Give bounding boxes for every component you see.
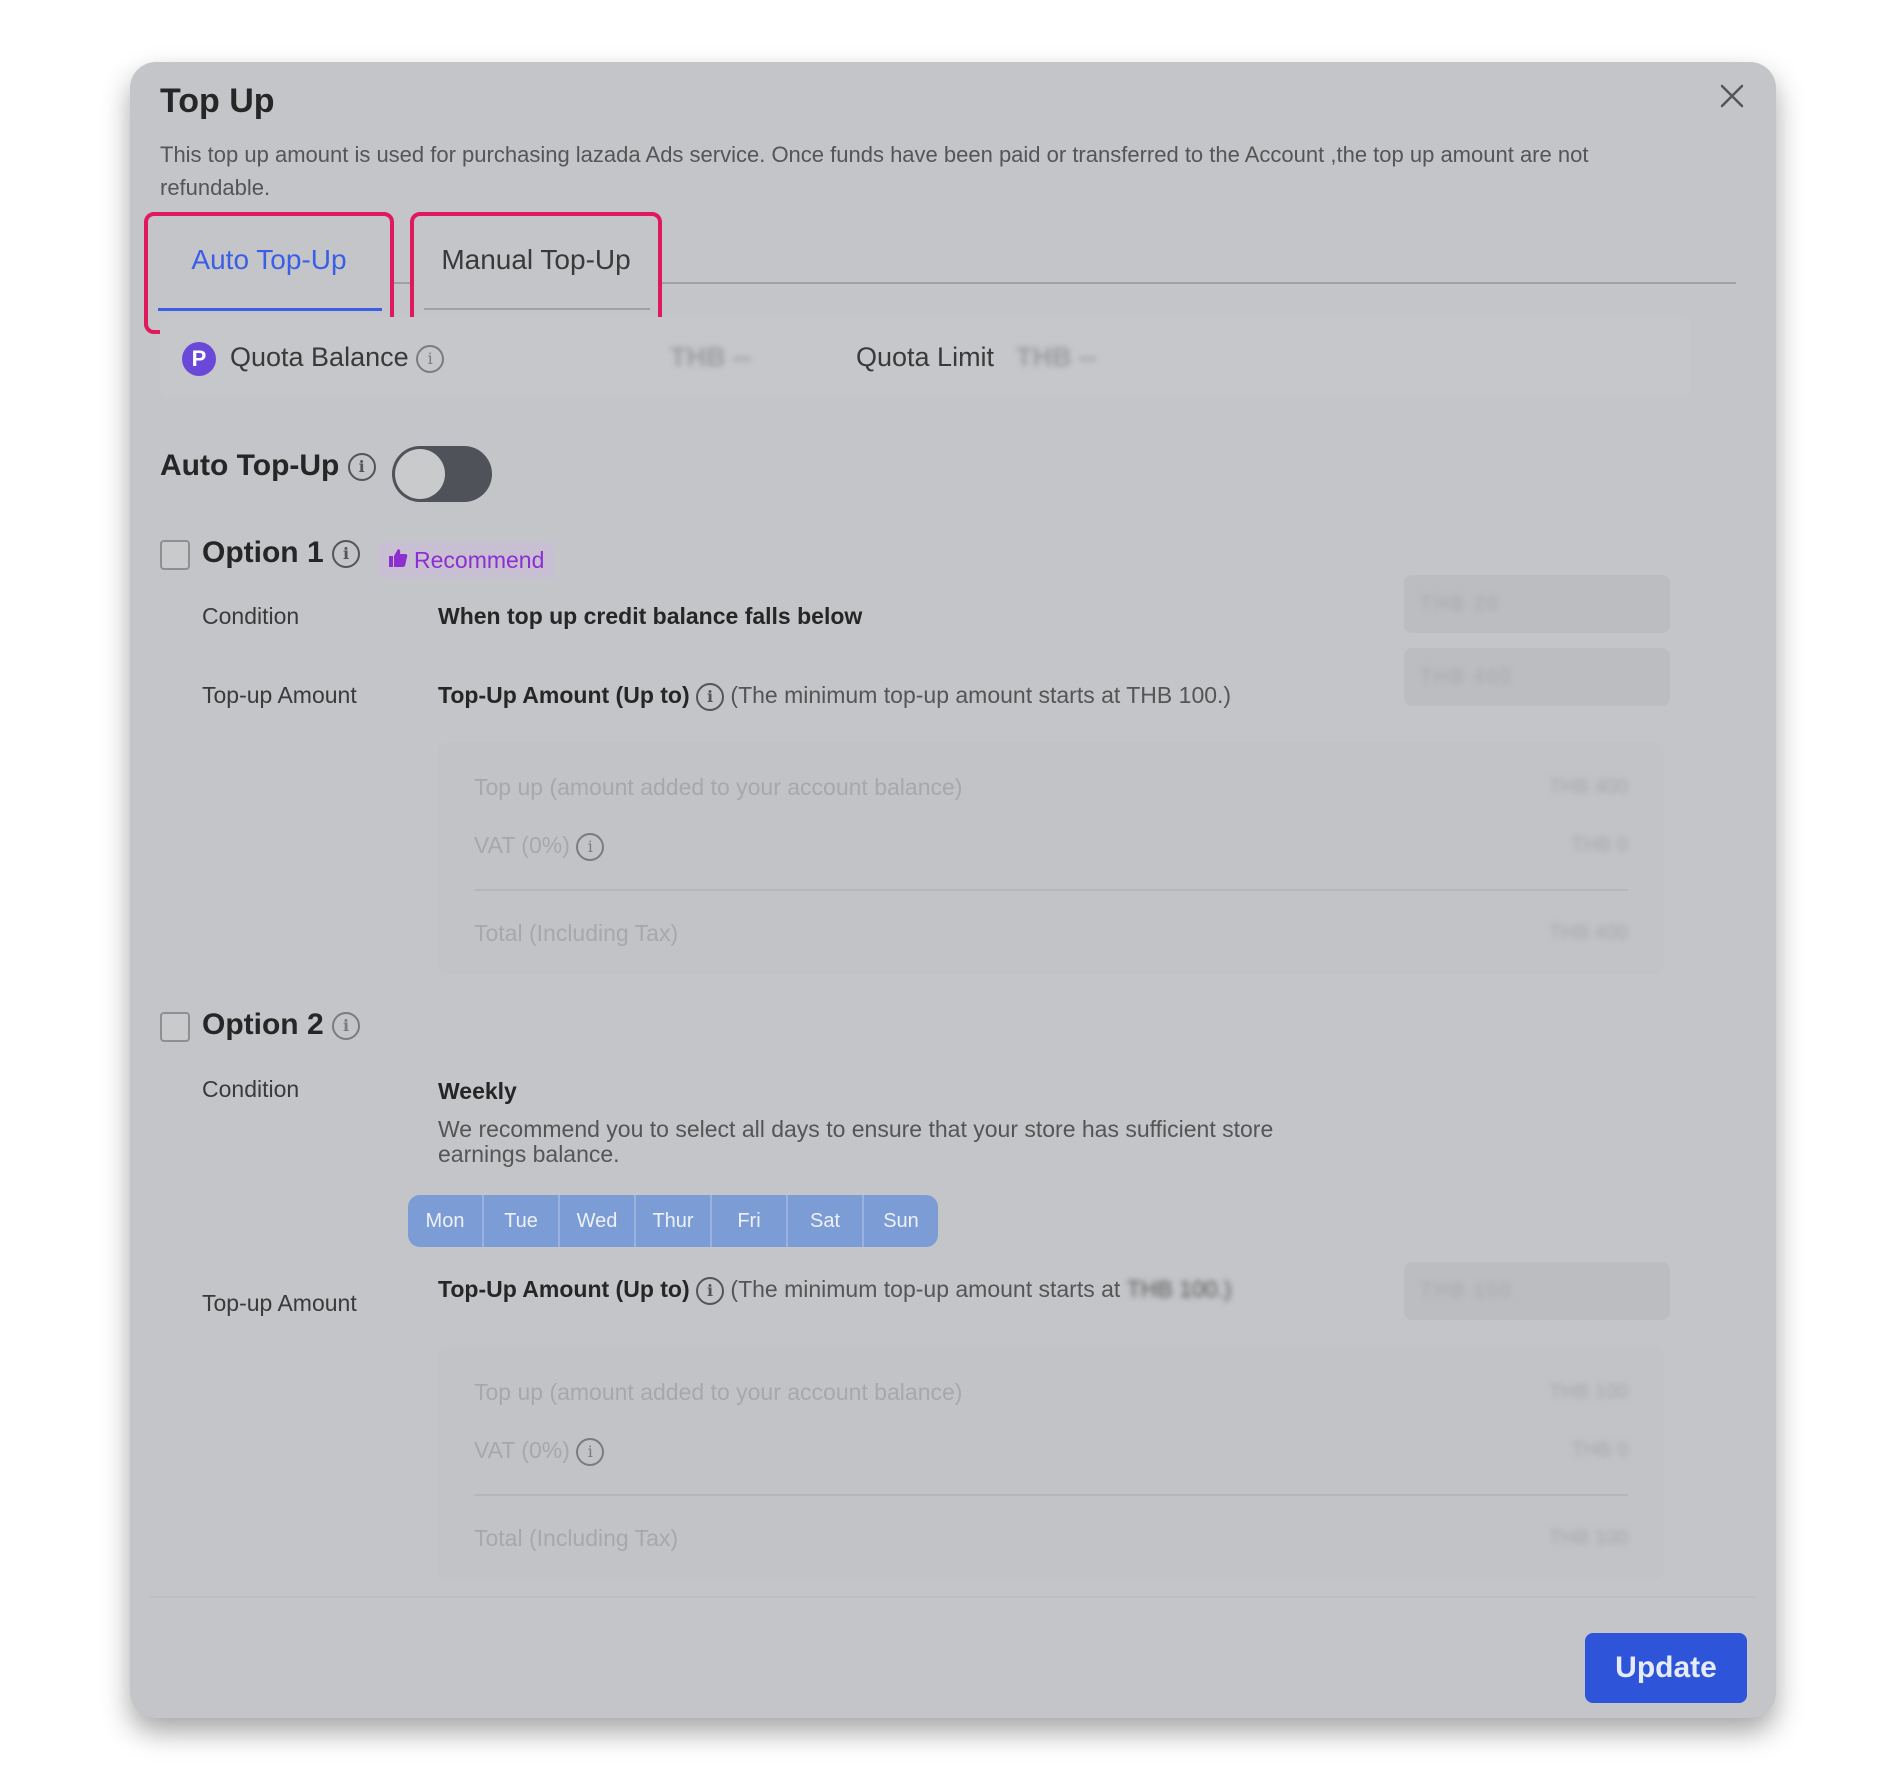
summary-vat-value: THB 0 bbox=[1571, 1439, 1628, 1461]
weekday-selector: Mon Tue Wed Thur Fri Sat Sun bbox=[408, 1195, 938, 1247]
tab-label: Manual Top-Up bbox=[441, 244, 631, 275]
quota-p-icon: P bbox=[182, 342, 216, 376]
option2-title: Option 2 i bbox=[202, 1008, 360, 1042]
toggle-knob bbox=[395, 449, 445, 499]
input-value: THB 100 bbox=[1420, 1280, 1513, 1302]
summary-total-value: THB 400 bbox=[1549, 922, 1628, 944]
info-icon[interactable]: i bbox=[576, 832, 605, 861]
quota-balance-value: THB -- bbox=[670, 342, 751, 372]
tab-divider bbox=[424, 308, 650, 310]
option1-summary: Top up (amount added to your account bal… bbox=[438, 742, 1664, 974]
summary-topup-label: Top up (amount added to your account bal… bbox=[474, 774, 963, 800]
tab-auto-top-up[interactable]: Auto Top-Up bbox=[144, 212, 394, 334]
tab-label: Auto Top-Up bbox=[191, 244, 347, 275]
info-icon[interactable]: i bbox=[416, 344, 445, 373]
close-icon[interactable] bbox=[1712, 76, 1752, 116]
option1-threshold-input[interactable]: THB 20 bbox=[1404, 575, 1670, 633]
option2-amount-label: Top-up Amount bbox=[202, 1290, 357, 1316]
summary-topup-value: THB 100 bbox=[1549, 1381, 1628, 1403]
summary-divider bbox=[474, 1494, 1628, 1496]
quota-limit-label: Quota Limit bbox=[856, 342, 995, 372]
option1-condition-label: Condition bbox=[202, 603, 300, 629]
dialog-description: This top up amount is used for purchasin… bbox=[160, 142, 1589, 200]
recommend-badge: Recommend bbox=[378, 542, 555, 578]
info-icon[interactable]: i bbox=[347, 453, 376, 482]
summary-total-label: Total (Including Tax) bbox=[474, 920, 679, 946]
info-icon[interactable]: i bbox=[696, 682, 725, 711]
auto-top-up-toggle[interactable] bbox=[392, 446, 492, 502]
tab-active-indicator bbox=[158, 308, 382, 311]
summary-vat-label: VAT (0%) i bbox=[474, 1437, 605, 1466]
summary-total-value: THB 100 bbox=[1549, 1527, 1628, 1549]
day-sat[interactable]: Sat bbox=[788, 1195, 864, 1247]
summary-total-label: Total (Including Tax) bbox=[474, 1525, 679, 1551]
option1-condition-text: When top up credit balance falls below bbox=[438, 603, 863, 629]
option1-amount-input[interactable]: THB 400 bbox=[1404, 648, 1670, 706]
thumbs-up-icon bbox=[388, 542, 408, 578]
option2-condition-label: Condition bbox=[202, 1076, 300, 1102]
info-icon[interactable]: i bbox=[332, 540, 360, 569]
dialog-title: Top Up bbox=[160, 82, 275, 120]
info-icon[interactable]: i bbox=[696, 1276, 725, 1305]
input-value: THB 400 bbox=[1420, 666, 1513, 688]
summary-topup-value: THB 400 bbox=[1549, 776, 1628, 798]
tab-bar-divider bbox=[160, 282, 1736, 284]
day-mon[interactable]: Mon bbox=[408, 1195, 484, 1247]
option2-checkbox[interactable] bbox=[160, 1012, 190, 1042]
day-fri[interactable]: Fri bbox=[712, 1195, 788, 1247]
footer-divider bbox=[150, 1596, 1756, 1598]
option1-amount-label: Top-up Amount bbox=[202, 682, 357, 708]
amount-hint: (The minimum top-up amount starts at THB… bbox=[730, 682, 1232, 708]
option2-summary: Top up (amount added to your account bal… bbox=[438, 1347, 1664, 1579]
day-thur[interactable]: Thur bbox=[636, 1195, 712, 1247]
summary-vat-value: THB 0 bbox=[1571, 834, 1628, 856]
option2-condition-note: We recommend you to select all days to e… bbox=[438, 1116, 1274, 1167]
option2-amount-title: Top-Up Amount (Up to) i (The minimum top… bbox=[438, 1276, 1232, 1305]
amount-hint: (The minimum top-up amount starts at bbox=[730, 1276, 1121, 1302]
top-up-dialog: Top Up This top up amount is used for pu… bbox=[130, 62, 1776, 1718]
update-button[interactable]: Update bbox=[1585, 1633, 1747, 1703]
info-icon[interactable]: i bbox=[576, 1437, 605, 1466]
quota-limit-value: THB -- bbox=[1016, 342, 1097, 372]
day-sun[interactable]: Sun bbox=[864, 1195, 938, 1247]
day-wed[interactable]: Wed bbox=[560, 1195, 636, 1247]
option2-condition-text: Weekly bbox=[438, 1078, 517, 1104]
summary-divider bbox=[474, 889, 1628, 891]
info-icon[interactable]: i bbox=[332, 1012, 360, 1041]
day-tue[interactable]: Tue bbox=[484, 1195, 560, 1247]
tab-manual-top-up[interactable]: Manual Top-Up bbox=[410, 212, 662, 334]
option1-amount-title: Top-Up Amount (Up to) i (The minimum top… bbox=[438, 682, 1231, 711]
option2-amount-input[interactable]: THB 100 bbox=[1404, 1262, 1670, 1320]
summary-topup-label: Top up (amount added to your account bal… bbox=[474, 1379, 963, 1405]
auto-top-up-label: Auto Top-Up i bbox=[160, 449, 376, 483]
summary-vat-label: VAT (0%) i bbox=[474, 832, 605, 861]
option1-checkbox[interactable] bbox=[160, 540, 190, 570]
amount-hint-value: THB 100.) bbox=[1126, 1276, 1232, 1302]
option1-title: Option 1 i bbox=[202, 536, 360, 570]
input-value: THB 20 bbox=[1420, 593, 1500, 615]
quota-balance-label: Quota Balance i bbox=[230, 342, 445, 373]
